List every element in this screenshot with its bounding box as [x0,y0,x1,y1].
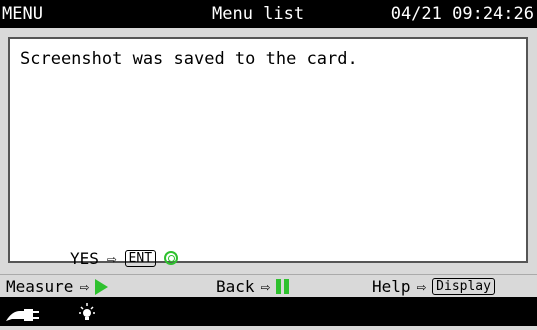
key-guide-bar: Measure ⇨ Back ⇨ Help ⇨ Display [0,274,537,297]
ent-key-label: ENT [124,249,157,267]
datetime-readout: 04/21 09:24:26 [390,4,534,24]
right-arrow-icon: ⇨ [79,277,90,296]
back-label: Back [216,277,255,296]
measure-label: Measure [6,277,74,296]
status-icons [6,303,95,321]
yes-confirm-row[interactable]: YES ⇨ ENT [70,247,179,269]
help-label: Help [372,277,411,296]
right-arrow-icon: ⇨ [416,277,427,296]
right-arrow-icon: ⇨ [260,277,271,296]
title-bar: MENU Menu list 04/21 09:24:26 [0,0,537,28]
screen-title: Menu list [212,4,305,24]
status-icon-bar [0,297,537,326]
measure-hint[interactable]: Measure ⇨ [6,277,109,296]
help-hint[interactable]: Help ⇨ Display [372,277,495,296]
light-bulb-icon [79,303,95,320]
back-hint[interactable]: Back ⇨ [216,277,290,296]
green-pause-icon [276,279,290,294]
mode-label: MENU [2,4,43,24]
green-play-icon [95,278,109,295]
message-dialog: Screenshot was saved to the card. YES ⇨ … [8,37,528,268]
ac-plug-icon [6,309,39,321]
green-circle-icon [164,251,179,265]
right-arrow-icon: ⇨ [106,248,117,268]
display-key-label: Display [432,278,495,295]
dialog-message: Screenshot was saved to the card. [20,49,358,69]
yes-label: YES [70,248,99,268]
